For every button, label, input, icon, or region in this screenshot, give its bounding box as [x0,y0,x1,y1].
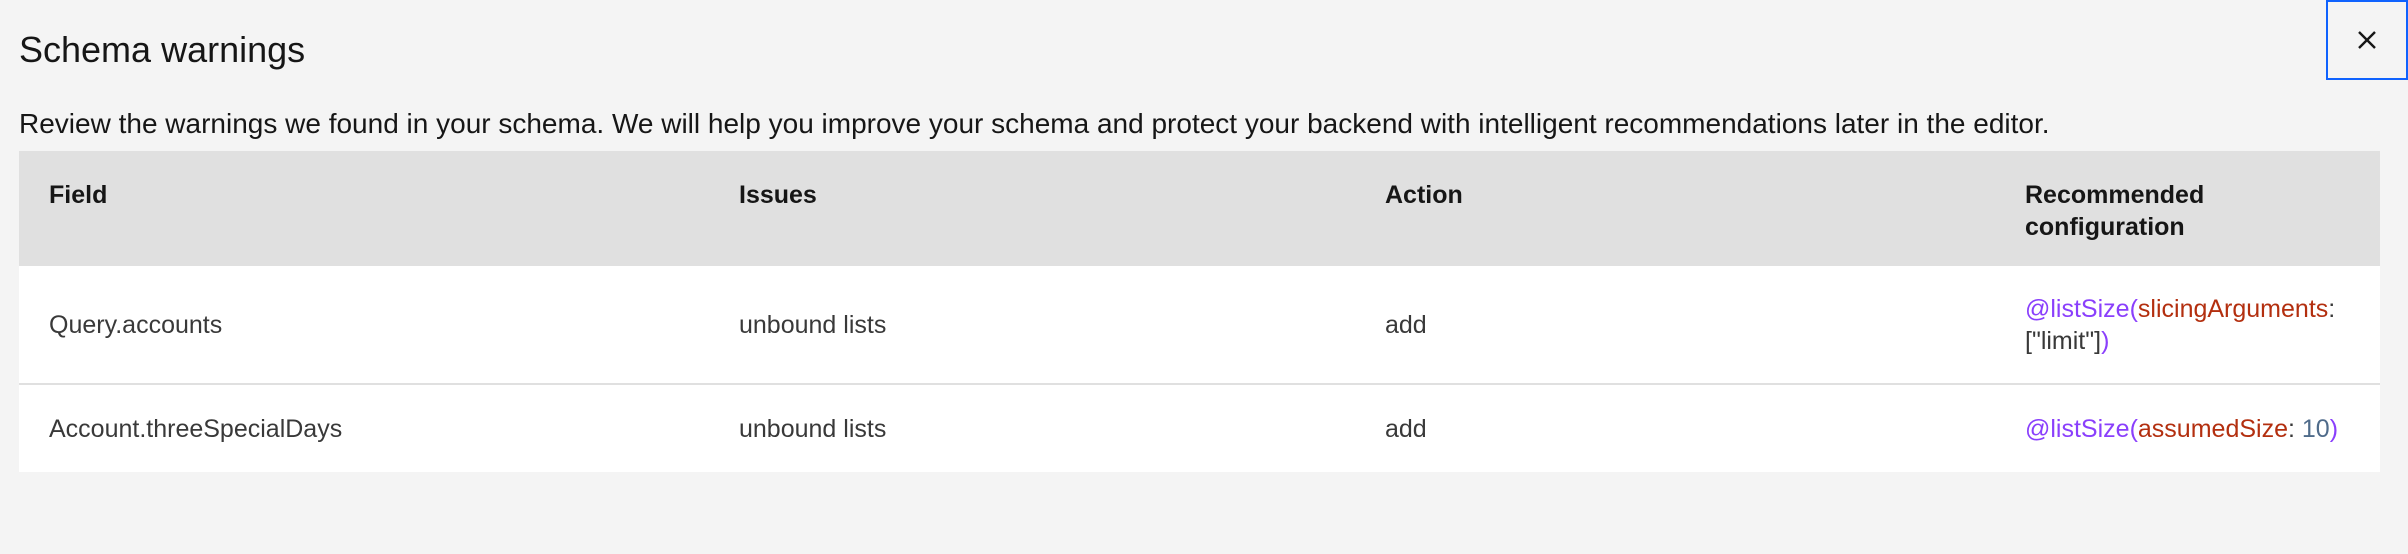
cell-field: Query.accounts [49,310,223,339]
config-value: ["limit"] [2025,326,2102,355]
config-colon: : [2287,414,2302,443]
config-argument: slicingArguments [2137,294,2329,323]
cell-recommended-configuration: @listSize(assumedSize: 10) [1995,384,2380,472]
column-header-field: Field [49,181,108,209]
modal-description: Review the warnings we found in your sch… [19,108,2050,139]
config-value: 10 [2301,414,2330,443]
config-argument: assumedSize [2137,414,2288,443]
cell-field: Account.threeSpecialDays [49,414,343,443]
config-directive: @listSize [2025,414,2130,443]
config-close-paren: ) [2329,414,2339,443]
table-row: Account.threeSpecialDays unbound lists a… [19,384,2380,472]
config-close-paren: ) [2101,326,2110,355]
table-header-row: Field Issues Action Recommended configur… [19,151,2380,266]
cell-issues: unbound lists [739,310,887,339]
close-icon [2358,31,2376,49]
schema-warnings-modal: Schema warnings Review the warnings we f… [0,0,2408,554]
config-colon: : [2328,294,2336,323]
column-header-recommended-configuration: Recommended configuration [1995,151,2380,266]
modal-title: Schema warnings [19,29,306,70]
config-open-paren: ( [2129,294,2138,323]
config-directive: @listSize [2025,294,2130,323]
config-open-paren: ( [2129,414,2138,443]
column-header-issues: Issues [739,181,817,209]
table-row: Query.accounts unbound lists add @listSi… [19,266,2380,384]
close-button[interactable] [2326,0,2408,80]
header-recommended-line1: Recommended [2025,181,2205,209]
schema-warnings-table: Field Issues Action Recommended configur… [19,151,2380,472]
cell-issues: unbound lists [739,414,887,443]
column-header-action: Action [1385,181,1463,209]
cell-action: add [1385,310,1427,339]
cell-action: add [1385,414,1427,443]
header-recommended-line2: configuration [2025,213,2185,241]
cell-recommended-configuration: @listSize(slicingArguments: ["limit"]) [1995,266,2380,384]
